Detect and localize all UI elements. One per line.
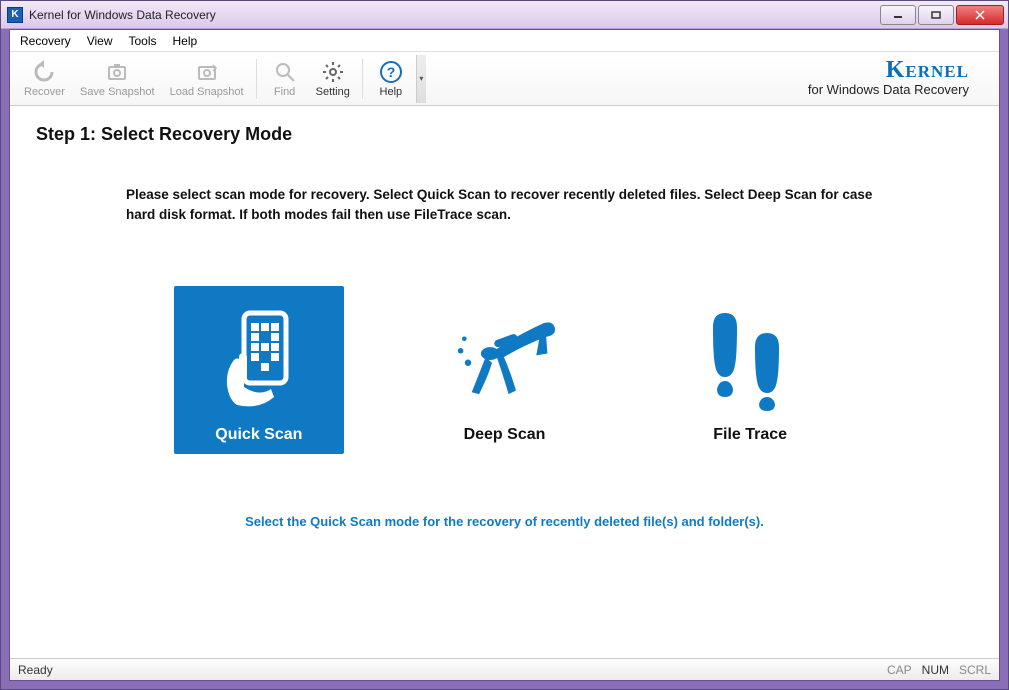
file-trace-icon	[690, 300, 810, 420]
menu-help[interactable]: Help	[173, 34, 198, 48]
content-area: Step 1: Select Recovery Mode Please sele…	[10, 106, 999, 658]
status-scrl: SCRL	[959, 663, 991, 677]
status-num: NUM	[922, 663, 949, 677]
main-window: K Kernel for Windows Data Recovery Recov…	[0, 0, 1009, 690]
menu-bar: Recovery View Tools Help	[10, 30, 999, 52]
find-icon	[272, 59, 298, 85]
menu-view[interactable]: View	[87, 34, 113, 48]
quick-scan-card[interactable]: Quick Scan	[174, 286, 344, 454]
setting-icon	[320, 59, 346, 85]
quick-scan-label: Quick Scan	[215, 426, 302, 444]
load-snapshot-icon	[194, 59, 220, 85]
find-button[interactable]: Find	[263, 55, 307, 103]
load-snapshot-button[interactable]: Load Snapshot	[164, 55, 250, 103]
title-bar[interactable]: K Kernel for Windows Data Recovery	[1, 1, 1008, 29]
minimize-icon	[893, 11, 903, 19]
step-title: Step 1: Select Recovery Mode	[36, 124, 973, 145]
mode-options: Quick Scan	[36, 286, 973, 454]
save-snapshot-icon	[104, 59, 130, 85]
app-icon: K	[7, 7, 23, 23]
quick-scan-icon	[199, 300, 319, 420]
toolbar-overflow[interactable]: ▾	[416, 55, 426, 103]
status-ready: Ready	[18, 663, 53, 677]
maximize-button[interactable]	[918, 5, 954, 25]
help-icon: ?	[378, 59, 404, 85]
close-button[interactable]	[956, 5, 1004, 25]
minimize-button[interactable]	[880, 5, 916, 25]
brand-logo: Kernel for Windows Data Recovery	[808, 60, 999, 97]
maximize-icon	[931, 11, 941, 19]
status-cap: CAP	[887, 663, 912, 677]
window-title: Kernel for Windows Data Recovery	[29, 8, 216, 22]
save-snapshot-button[interactable]: Save Snapshot	[74, 55, 161, 103]
recover-icon	[31, 59, 57, 85]
hint-text: Select the Quick Scan mode for the recov…	[36, 514, 973, 529]
file-trace-label: File Trace	[713, 426, 787, 444]
toolbar: Recover Save Snapshot Load Snapshot	[10, 52, 999, 106]
file-trace-card[interactable]: File Trace	[665, 286, 835, 454]
deep-scan-icon	[444, 300, 564, 420]
setting-button[interactable]: Setting	[310, 55, 356, 103]
deep-scan-label: Deep Scan	[464, 426, 546, 444]
toolbar-separator	[256, 59, 257, 99]
status-bar: Ready CAP NUM SCRL	[10, 658, 999, 680]
deep-scan-card[interactable]: Deep Scan	[419, 286, 589, 454]
svg-text:?: ?	[387, 64, 396, 80]
instructions-text: Please select scan mode for recovery. Se…	[126, 185, 883, 226]
menu-tools[interactable]: Tools	[128, 34, 156, 48]
recover-button[interactable]: Recover	[18, 55, 71, 103]
close-icon	[975, 10, 985, 20]
toolbar-separator	[362, 59, 363, 99]
menu-recovery[interactable]: Recovery	[20, 34, 71, 48]
help-button[interactable]: ? Help	[369, 55, 413, 103]
